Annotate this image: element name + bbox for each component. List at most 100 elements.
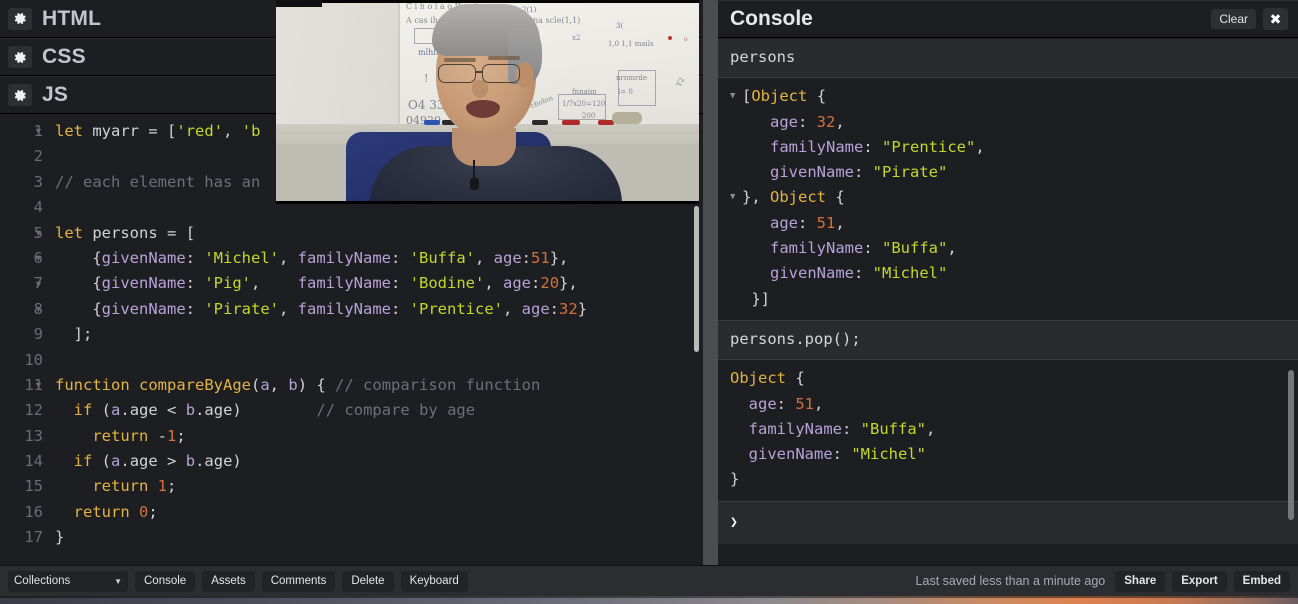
code-text: ]; bbox=[55, 325, 93, 344]
code-line: 9 ]; bbox=[0, 322, 703, 347]
line-number: 6 bbox=[33, 248, 43, 267]
console-scrollbar-thumb[interactable] bbox=[1288, 370, 1294, 520]
whiteboard-pen bbox=[424, 120, 440, 125]
codepen-editor-window: HTML CSS JS 1 let myarr = ['red', 'b 2 3 /… bbox=[0, 0, 1298, 604]
line-number: 11 bbox=[24, 375, 43, 394]
line-number: 17 bbox=[24, 528, 43, 547]
gear-icon[interactable] bbox=[8, 46, 32, 68]
code-line: 13 return -1; bbox=[0, 424, 703, 449]
video-person-brow bbox=[488, 56, 520, 60]
bottom-toolbar: Collections ▼ Console Assets Comments De… bbox=[0, 565, 1298, 596]
export-button[interactable]: Export bbox=[1172, 570, 1227, 592]
desktop-background-strip bbox=[0, 596, 1298, 604]
video-top-notch bbox=[276, 0, 322, 7]
code-line: 10 bbox=[0, 348, 703, 373]
close-icon[interactable]: ✖ bbox=[1263, 8, 1288, 30]
console-result-line: givenName: "Michel" bbox=[730, 445, 926, 464]
gear-icon[interactable] bbox=[8, 7, 32, 30]
whiteboard-scrawl: 3( bbox=[616, 22, 624, 30]
console-input-prompt[interactable]: ❯ bbox=[718, 501, 1298, 545]
line-number: 5 bbox=[33, 223, 43, 242]
whiteboard-eraser bbox=[612, 112, 642, 124]
line-number: 12 bbox=[24, 401, 43, 420]
chevron-down-icon: ▼ bbox=[114, 576, 122, 586]
gear-icon[interactable] bbox=[8, 84, 32, 106]
whiteboard-scrawl: ! bbox=[424, 72, 429, 85]
code-line: 16 return 0; bbox=[0, 500, 703, 525]
whiteboard-dot bbox=[668, 36, 672, 40]
console-result-line: ▼}, Object { bbox=[730, 185, 1286, 210]
code-line: 14 if (a.age > b.age) bbox=[0, 449, 703, 474]
console-result-line: familyName: "Buffa", bbox=[742, 239, 957, 258]
panel-resize-divider[interactable] bbox=[703, 0, 718, 565]
console-output-list[interactable]: persons ▼ [Object { age: 32, familyName: … bbox=[718, 39, 1298, 565]
console-header: Console Clear ✖ bbox=[718, 0, 1298, 38]
whiteboard-box bbox=[558, 94, 606, 120]
clear-console-button[interactable]: Clear bbox=[1211, 9, 1256, 29]
code-line: 12 if (a.age < b.age) // compare by age bbox=[0, 398, 703, 423]
console-title: Console bbox=[730, 7, 813, 30]
video-person-brow bbox=[444, 58, 476, 62]
console-result-line: age: 32, bbox=[742, 112, 845, 131]
console-command: persons.pop(); bbox=[718, 320, 1298, 361]
panel-label-css: CSS bbox=[42, 45, 86, 68]
console-result: Object { age: 51, familyName: "Buffa", g… bbox=[718, 360, 1298, 502]
console-result-line: }] bbox=[742, 289, 770, 308]
share-button[interactable]: Share bbox=[1115, 570, 1166, 592]
line-number: 1 bbox=[33, 122, 43, 140]
console-result-line: givenName: "Michel" bbox=[742, 264, 948, 283]
console-command: persons bbox=[718, 39, 1298, 79]
chevron-down-icon[interactable]: ▼ bbox=[730, 185, 735, 210]
whiteboard-scrawl: 1,0 1,1 mails bbox=[608, 40, 654, 48]
embed-button[interactable]: Embed bbox=[1233, 570, 1290, 592]
code-line: 6 {givenName: 'Michel', familyName: 'Buf… bbox=[0, 246, 703, 271]
collections-dropdown[interactable]: Collections ▼ bbox=[8, 570, 128, 592]
console-result-line: familyName: "Buffa", bbox=[730, 419, 936, 438]
assets-button[interactable]: Assets bbox=[202, 570, 255, 592]
webcam-video-overlay[interactable]: C i h o i a o Ifnnain A cas iha 2(1) nrn… bbox=[276, 0, 699, 204]
whiteboard-pen bbox=[532, 120, 548, 125]
console-result-line: ▼ [Object { bbox=[730, 84, 1286, 109]
video-letterbox-top bbox=[276, 0, 699, 3]
editor-scrollbar-thumb[interactable] bbox=[694, 206, 699, 352]
line-number: 7 bbox=[33, 274, 43, 293]
code-text: // each element has an bbox=[55, 172, 261, 191]
line-number: 16 bbox=[24, 502, 43, 521]
panel-label-js: JS bbox=[42, 83, 69, 106]
console-result-line: } bbox=[730, 470, 740, 489]
whiteboard-box bbox=[618, 70, 656, 106]
video-lapel-mic-wire bbox=[473, 160, 475, 180]
console-result: ▼ [Object { age: 32, familyName: "Prentic… bbox=[718, 78, 1298, 321]
code-text: return 0; bbox=[55, 502, 158, 521]
code-text: {givenName: 'Pirate', familyName: 'Prent… bbox=[55, 299, 588, 318]
code-text: {givenName: 'Pig', familyName: 'Bodine',… bbox=[55, 274, 578, 293]
code-line: 17} bbox=[0, 525, 703, 550]
video-lapel-mic bbox=[470, 178, 479, 190]
console-result-line: age: 51, bbox=[730, 394, 824, 413]
line-number: 9 bbox=[33, 325, 43, 344]
line-number: 10 bbox=[24, 350, 43, 369]
line-number: 8 bbox=[33, 299, 43, 318]
last-saved-status: Last saved less than a minute ago bbox=[915, 574, 1106, 588]
panel-label-html: HTML bbox=[42, 6, 102, 30]
keyboard-button[interactable]: Keyboard bbox=[400, 570, 468, 592]
delete-button[interactable]: Delete bbox=[342, 570, 394, 592]
code-line: 11 function compareByAge(a, b) { // compa… bbox=[0, 373, 703, 398]
console-button[interactable]: Console bbox=[135, 570, 196, 592]
line-number: 14 bbox=[24, 452, 43, 471]
code-text: {givenName: 'Michel', familyName: 'Buffa… bbox=[55, 248, 569, 267]
code-line: 7 {givenName: 'Pig', familyName: 'Bodine… bbox=[0, 271, 703, 296]
code-text: function compareByAge(a, b) { // compari… bbox=[55, 375, 541, 394]
code-text: if (a.age > b.age) bbox=[55, 452, 242, 471]
code-text: return 1; bbox=[55, 477, 177, 496]
console-result-line: familyName: "Prentice", bbox=[742, 137, 985, 156]
console-result-line: givenName: "Pirate" bbox=[742, 163, 948, 182]
chevron-down-icon[interactable]: ▼ bbox=[730, 84, 735, 109]
code-text: } bbox=[55, 528, 65, 547]
code-line: 5 let persons = [ bbox=[0, 221, 703, 246]
line-number: 2 bbox=[33, 147, 43, 166]
collections-label: Collections bbox=[14, 575, 71, 587]
comments-button[interactable]: Comments bbox=[261, 570, 336, 592]
